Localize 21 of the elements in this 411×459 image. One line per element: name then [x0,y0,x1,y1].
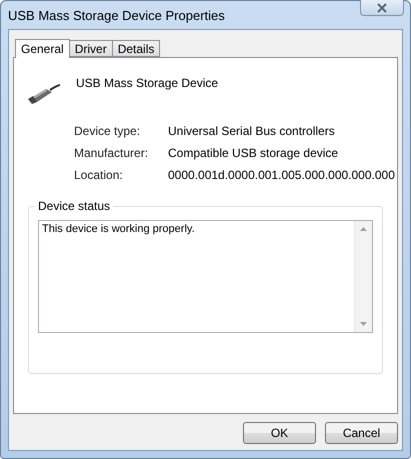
property-label: Location: [74,168,124,182]
device-name: USB Mass Storage Device [76,76,218,90]
property-value: Compatible USB storage device [168,146,340,160]
dialog-button[interactable]: Cancel [325,422,398,444]
close-button[interactable] [360,0,404,16]
window-title: USB Mass Storage Device Properties [8,8,225,22]
scroll-down-icon[interactable] [360,322,367,326]
scroll-up-icon[interactable] [360,227,367,231]
close-icon [376,2,388,12]
property-label: Device type: [74,124,142,138]
tab[interactable]: Details [112,40,160,57]
usb-plug-icon [28,82,60,104]
property-value: Universal Serial Bus controllers [168,124,336,138]
tab[interactable]: General [15,39,70,58]
status-text-area[interactable]: This device is working properly. [38,220,373,333]
group-title: Device status [35,199,114,213]
property-label: Manufacturer: [74,146,150,160]
tab[interactable]: Driver [68,40,113,57]
scroll-bar[interactable] [354,221,372,332]
dialog-button[interactable]: OK [243,422,316,444]
property-value: 0000.001d.0000.001.005.000.000.000.000 [168,168,395,182]
